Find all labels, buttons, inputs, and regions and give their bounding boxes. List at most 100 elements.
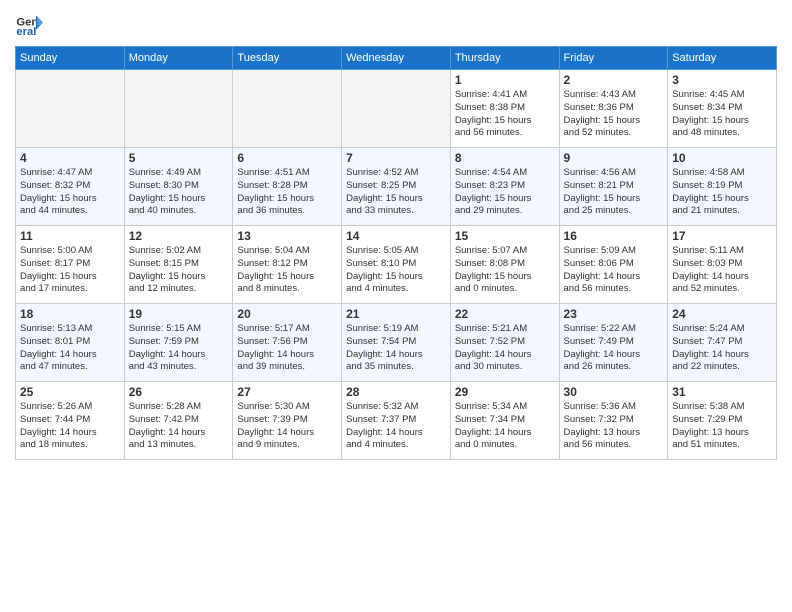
- calendar-cell: 15 Sunrise: 5:07 AMSunset: 8:08 PMDayligh…: [450, 226, 559, 304]
- header: Gen eral: [15, 10, 777, 38]
- day-number: 30: [564, 385, 664, 399]
- day-info: Sunrise: 4:52 AMSunset: 8:25 PMDaylight:…: [346, 167, 446, 218]
- day-info: Sunrise: 5:07 AMSunset: 8:08 PMDaylight:…: [455, 245, 555, 296]
- calendar-header-wednesday: Wednesday: [342, 47, 451, 70]
- calendar-cell: [233, 70, 342, 148]
- calendar-cell: 30 Sunrise: 5:36 AMSunset: 7:32 PMDayligh…: [559, 382, 668, 460]
- day-info: Sunrise: 4:56 AMSunset: 8:21 PMDaylight:…: [564, 167, 664, 218]
- day-number: 21: [346, 307, 446, 321]
- calendar-cell: 16 Sunrise: 5:09 AMSunset: 8:06 PMDayligh…: [559, 226, 668, 304]
- day-number: 16: [564, 229, 664, 243]
- day-number: 22: [455, 307, 555, 321]
- calendar-cell: 11 Sunrise: 5:00 AMSunset: 8:17 PMDayligh…: [16, 226, 125, 304]
- day-number: 12: [129, 229, 229, 243]
- day-info: Sunrise: 4:41 AMSunset: 8:38 PMDaylight:…: [455, 89, 555, 140]
- day-info: Sunrise: 5:24 AMSunset: 7:47 PMDaylight:…: [672, 323, 772, 374]
- day-info: Sunrise: 5:13 AMSunset: 8:01 PMDaylight:…: [20, 323, 120, 374]
- calendar-cell: 9 Sunrise: 4:56 AMSunset: 8:21 PMDaylight…: [559, 148, 668, 226]
- day-number: 15: [455, 229, 555, 243]
- day-info: Sunrise: 5:38 AMSunset: 7:29 PMDaylight:…: [672, 401, 772, 452]
- calendar-cell: 3 Sunrise: 4:45 AMSunset: 8:34 PMDaylight…: [668, 70, 777, 148]
- svg-text:eral: eral: [16, 26, 36, 38]
- day-info: Sunrise: 5:22 AMSunset: 7:49 PMDaylight:…: [564, 323, 664, 374]
- calendar-cell: 17 Sunrise: 5:11 AMSunset: 8:03 PMDayligh…: [668, 226, 777, 304]
- day-info: Sunrise: 4:47 AMSunset: 8:32 PMDaylight:…: [20, 167, 120, 218]
- day-number: 9: [564, 151, 664, 165]
- day-number: 5: [129, 151, 229, 165]
- calendar-cell: 7 Sunrise: 4:52 AMSunset: 8:25 PMDaylight…: [342, 148, 451, 226]
- calendar-cell: [124, 70, 233, 148]
- day-info: Sunrise: 5:21 AMSunset: 7:52 PMDaylight:…: [455, 323, 555, 374]
- day-info: Sunrise: 4:45 AMSunset: 8:34 PMDaylight:…: [672, 89, 772, 140]
- calendar-cell: 23Sunrise: 5:22 AMSunset: 7:49 PMDayligh…: [559, 304, 668, 382]
- logo: Gen eral: [15, 10, 47, 38]
- calendar-cell: 6 Sunrise: 4:51 AMSunset: 8:28 PMDaylight…: [233, 148, 342, 226]
- day-info: Sunrise: 5:09 AMSunset: 8:06 PMDaylight:…: [564, 245, 664, 296]
- day-number: 25: [20, 385, 120, 399]
- day-number: 20: [237, 307, 337, 321]
- calendar-cell: 25 Sunrise: 5:26 AMSunset: 7:44 PMDayligh…: [16, 382, 125, 460]
- day-number: 17: [672, 229, 772, 243]
- day-number: 7: [346, 151, 446, 165]
- day-number: 11: [20, 229, 120, 243]
- calendar-header-sunday: Sunday: [16, 47, 125, 70]
- day-number: 26: [129, 385, 229, 399]
- calendar-cell: 10Sunrise: 4:58 AMSunset: 8:19 PMDayligh…: [668, 148, 777, 226]
- day-number: 6: [237, 151, 337, 165]
- calendar-cell: 20 Sunrise: 5:17 AMSunset: 7:56 PMDayligh…: [233, 304, 342, 382]
- calendar-week-row: 11 Sunrise: 5:00 AMSunset: 8:17 PMDayligh…: [16, 226, 777, 304]
- day-info: Sunrise: 4:54 AMSunset: 8:23 PMDaylight:…: [455, 167, 555, 218]
- calendar-cell: 27 Sunrise: 5:30 AMSunset: 7:39 PMDayligh…: [233, 382, 342, 460]
- day-info: Sunrise: 4:51 AMSunset: 8:28 PMDaylight:…: [237, 167, 337, 218]
- calendar-week-row: 4 Sunrise: 4:47 AMSunset: 8:32 PMDaylight…: [16, 148, 777, 226]
- calendar-cell: 19 Sunrise: 5:15 AMSunset: 7:59 PMDayligh…: [124, 304, 233, 382]
- day-number: 14: [346, 229, 446, 243]
- day-info: Sunrise: 5:32 AMSunset: 7:37 PMDaylight:…: [346, 401, 446, 452]
- day-number: 27: [237, 385, 337, 399]
- day-number: 8: [455, 151, 555, 165]
- calendar-cell: 2 Sunrise: 4:43 AMSunset: 8:36 PMDaylight…: [559, 70, 668, 148]
- day-info: Sunrise: 5:19 AMSunset: 7:54 PMDaylight:…: [346, 323, 446, 374]
- day-number: 31: [672, 385, 772, 399]
- calendar-header-row: SundayMondayTuesdayWednesdayThursdayFrid…: [16, 47, 777, 70]
- calendar-cell: 5 Sunrise: 4:49 AMSunset: 8:30 PMDaylight…: [124, 148, 233, 226]
- day-number: 29: [455, 385, 555, 399]
- day-number: 19: [129, 307, 229, 321]
- calendar-cell: 21 Sunrise: 5:19 AMSunset: 7:54 PMDayligh…: [342, 304, 451, 382]
- day-number: 18: [20, 307, 120, 321]
- calendar-cell: [342, 70, 451, 148]
- logo-icon: Gen eral: [15, 10, 43, 38]
- day-info: Sunrise: 4:49 AMSunset: 8:30 PMDaylight:…: [129, 167, 229, 218]
- day-info: Sunrise: 5:15 AMSunset: 7:59 PMDaylight:…: [129, 323, 229, 374]
- calendar-cell: 1Sunrise: 4:41 AMSunset: 8:38 PMDaylight…: [450, 70, 559, 148]
- day-info: Sunrise: 4:43 AMSunset: 8:36 PMDaylight:…: [564, 89, 664, 140]
- calendar-cell: 8 Sunrise: 4:54 AMSunset: 8:23 PMDaylight…: [450, 148, 559, 226]
- calendar-cell: 12 Sunrise: 5:02 AMSunset: 8:15 PMDayligh…: [124, 226, 233, 304]
- calendar-header-monday: Monday: [124, 47, 233, 70]
- calendar-cell: 18 Sunrise: 5:13 AMSunset: 8:01 PMDayligh…: [16, 304, 125, 382]
- day-info: Sunrise: 5:26 AMSunset: 7:44 PMDaylight:…: [20, 401, 120, 452]
- day-info: Sunrise: 5:05 AMSunset: 8:10 PMDaylight:…: [346, 245, 446, 296]
- page: Gen eral SundayMondayTuesdayWednesdayThu…: [0, 0, 792, 612]
- calendar-table: SundayMondayTuesdayWednesdayThursdayFrid…: [15, 46, 777, 460]
- calendar-header-saturday: Saturday: [668, 47, 777, 70]
- day-info: Sunrise: 5:11 AMSunset: 8:03 PMDaylight:…: [672, 245, 772, 296]
- day-info: Sunrise: 5:02 AMSunset: 8:15 PMDaylight:…: [129, 245, 229, 296]
- day-info: Sunrise: 5:36 AMSunset: 7:32 PMDaylight:…: [564, 401, 664, 452]
- calendar-cell: 24 Sunrise: 5:24 AMSunset: 7:47 PMDayligh…: [668, 304, 777, 382]
- day-info: Sunrise: 5:30 AMSunset: 7:39 PMDaylight:…: [237, 401, 337, 452]
- day-number: 24: [672, 307, 772, 321]
- day-number: 4: [20, 151, 120, 165]
- day-info: Sunrise: 5:04 AMSunset: 8:12 PMDaylight:…: [237, 245, 337, 296]
- calendar-cell: 31 Sunrise: 5:38 AMSunset: 7:29 PMDayligh…: [668, 382, 777, 460]
- calendar-week-row: 1Sunrise: 4:41 AMSunset: 8:38 PMDaylight…: [16, 70, 777, 148]
- day-number: 2: [564, 73, 664, 87]
- calendar-cell: 28Sunrise: 5:32 AMSunset: 7:37 PMDayligh…: [342, 382, 451, 460]
- calendar-week-row: 25 Sunrise: 5:26 AMSunset: 7:44 PMDayligh…: [16, 382, 777, 460]
- day-info: Sunrise: 5:00 AMSunset: 8:17 PMDaylight:…: [20, 245, 120, 296]
- day-info: Sunrise: 5:17 AMSunset: 7:56 PMDaylight:…: [237, 323, 337, 374]
- day-info: Sunrise: 4:58 AMSunset: 8:19 PMDaylight:…: [672, 167, 772, 218]
- calendar-header-tuesday: Tuesday: [233, 47, 342, 70]
- day-info: Sunrise: 5:28 AMSunset: 7:42 PMDaylight:…: [129, 401, 229, 452]
- day-number: 3: [672, 73, 772, 87]
